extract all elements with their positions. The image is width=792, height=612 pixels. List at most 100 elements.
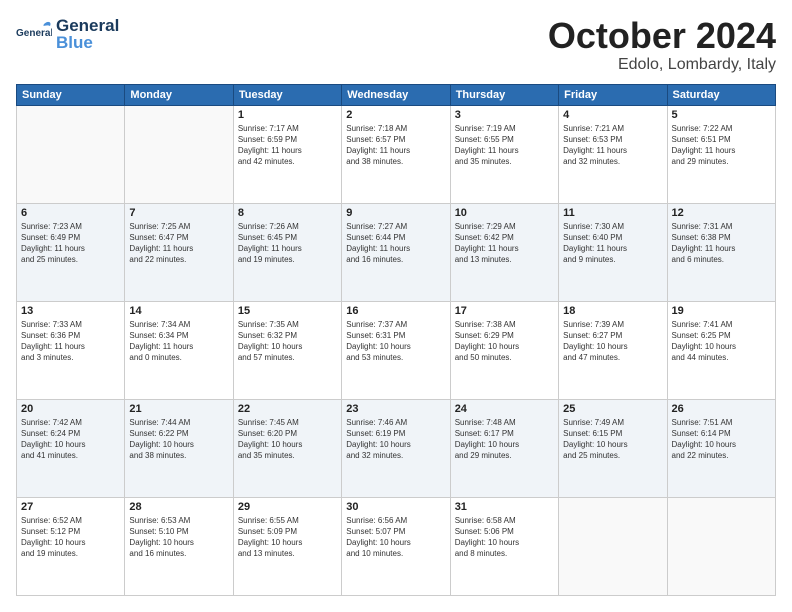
- day-number: 18: [563, 305, 662, 317]
- day-info: Sunrise: 7:39 AM Sunset: 6:27 PM Dayligh…: [563, 319, 662, 364]
- calendar-cell: 15 Sunrise: 7:35 AM Sunset: 6:32 PM Dayli…: [233, 301, 341, 399]
- day-number: 26: [672, 403, 771, 415]
- calendar-cell: 28Sunrise: 6:53 AM Sunset: 5:10 PM Dayli…: [125, 497, 233, 595]
- calendar-cell: 18 Sunrise: 7:39 AM Sunset: 6:27 PM Dayli…: [559, 301, 667, 399]
- calendar-cell: 19 Sunrise: 7:41 AM Sunset: 6:25 PM Dayli…: [667, 301, 775, 399]
- day-info: Sunrise: 7:19 AM Sunset: 6:55 PM Dayligh…: [455, 123, 554, 168]
- day-info: Sunrise: 7:37 AM Sunset: 6:31 PM Dayligh…: [346, 319, 445, 364]
- calendar-week-row: 1 Sunrise: 7:17 AM Sunset: 6:59 PM Daylig…: [17, 105, 776, 203]
- calendar-cell: 24 Sunrise: 7:48 AM Sunset: 6:17 PM Dayli…: [450, 399, 558, 497]
- logo-icon: General: [16, 16, 52, 52]
- day-number: 15: [238, 305, 337, 317]
- day-number: 4: [563, 109, 662, 121]
- day-number: 12: [672, 207, 771, 219]
- day-number: 7: [129, 207, 228, 219]
- day-info: Sunrise: 7:29 AM Sunset: 6:42 PM Dayligh…: [455, 221, 554, 266]
- day-info: Sunrise: 6:56 AM Sunset: 5:07 PM Dayligh…: [346, 515, 445, 560]
- calendar: Sunday Monday Tuesday Wednesday Thursday…: [16, 84, 776, 596]
- calendar-cell: 27Sunrise: 6:52 AM Sunset: 5:12 PM Dayli…: [17, 497, 125, 595]
- col-friday: Friday: [559, 84, 667, 105]
- calendar-header-row: Sunday Monday Tuesday Wednesday Thursday…: [17, 84, 776, 105]
- calendar-week-row: 27Sunrise: 6:52 AM Sunset: 5:12 PM Dayli…: [17, 497, 776, 595]
- calendar-cell: 30 Sunrise: 6:56 AM Sunset: 5:07 PM Dayli…: [342, 497, 450, 595]
- day-info: Sunrise: 7:51 AM Sunset: 6:14 PM Dayligh…: [672, 417, 771, 462]
- day-number: 2: [346, 109, 445, 121]
- day-number: 28: [129, 501, 228, 513]
- month-title: October 2024: [548, 16, 776, 56]
- calendar-cell: 16 Sunrise: 7:37 AM Sunset: 6:31 PM Dayli…: [342, 301, 450, 399]
- day-info: Sunrise: 7:21 AM Sunset: 6:53 PM Dayligh…: [563, 123, 662, 168]
- calendar-cell: 2Sunrise: 7:18 AM Sunset: 6:57 PM Daylig…: [342, 105, 450, 203]
- day-number: 3: [455, 109, 554, 121]
- logo: General General Blue: [16, 16, 119, 52]
- calendar-cell: [667, 497, 775, 595]
- header: General General Blue October 2024 Edolo,…: [16, 16, 776, 74]
- col-monday: Monday: [125, 84, 233, 105]
- calendar-cell: 14 Sunrise: 7:34 AM Sunset: 6:34 PM Dayli…: [125, 301, 233, 399]
- day-number: 24: [455, 403, 554, 415]
- calendar-week-row: 13 Sunrise: 7:33 AM Sunset: 6:36 PM Dayli…: [17, 301, 776, 399]
- day-info: Sunrise: 7:22 AM Sunset: 6:51 PM Dayligh…: [672, 123, 771, 168]
- calendar-cell: 3 Sunrise: 7:19 AM Sunset: 6:55 PM Daylig…: [450, 105, 558, 203]
- calendar-cell: [17, 105, 125, 203]
- calendar-cell: 17Sunrise: 7:38 AM Sunset: 6:29 PM Dayli…: [450, 301, 558, 399]
- calendar-cell: 9 Sunrise: 7:27 AM Sunset: 6:44 PM Daylig…: [342, 203, 450, 301]
- day-info: Sunrise: 7:45 AM Sunset: 6:20 PM Dayligh…: [238, 417, 337, 462]
- day-info: Sunrise: 7:46 AM Sunset: 6:19 PM Dayligh…: [346, 417, 445, 462]
- day-info: Sunrise: 7:31 AM Sunset: 6:38 PM Dayligh…: [672, 221, 771, 266]
- day-number: 5: [672, 109, 771, 121]
- day-info: Sunrise: 6:58 AM Sunset: 5:06 PM Dayligh…: [455, 515, 554, 560]
- calendar-cell: 12 Sunrise: 7:31 AM Sunset: 6:38 PM Dayli…: [667, 203, 775, 301]
- day-number: 19: [672, 305, 771, 317]
- day-number: 21: [129, 403, 228, 415]
- day-number: 10: [455, 207, 554, 219]
- calendar-cell: 22Sunrise: 7:45 AM Sunset: 6:20 PM Dayli…: [233, 399, 341, 497]
- calendar-week-row: 6Sunrise: 7:23 AM Sunset: 6:49 PM Daylig…: [17, 203, 776, 301]
- logo-line2: Blue: [56, 34, 119, 51]
- day-number: 6: [21, 207, 120, 219]
- col-thursday: Thursday: [450, 84, 558, 105]
- day-info: Sunrise: 6:52 AM Sunset: 5:12 PM Dayligh…: [21, 515, 120, 560]
- day-info: Sunrise: 7:35 AM Sunset: 6:32 PM Dayligh…: [238, 319, 337, 364]
- calendar-cell: 1 Sunrise: 7:17 AM Sunset: 6:59 PM Daylig…: [233, 105, 341, 203]
- calendar-cell: 26 Sunrise: 7:51 AM Sunset: 6:14 PM Dayli…: [667, 399, 775, 497]
- day-number: 14: [129, 305, 228, 317]
- calendar-cell: 29 Sunrise: 6:55 AM Sunset: 5:09 PM Dayli…: [233, 497, 341, 595]
- day-info: Sunrise: 7:27 AM Sunset: 6:44 PM Dayligh…: [346, 221, 445, 266]
- calendar-week-row: 20Sunrise: 7:42 AM Sunset: 6:24 PM Dayli…: [17, 399, 776, 497]
- day-number: 13: [21, 305, 120, 317]
- day-number: 25: [563, 403, 662, 415]
- day-number: 1: [238, 109, 337, 121]
- day-number: 11: [563, 207, 662, 219]
- day-info: Sunrise: 7:34 AM Sunset: 6:34 PM Dayligh…: [129, 319, 228, 364]
- day-info: Sunrise: 7:33 AM Sunset: 6:36 PM Dayligh…: [21, 319, 120, 364]
- day-number: 23: [346, 403, 445, 415]
- calendar-cell: 4 Sunrise: 7:21 AM Sunset: 6:53 PM Daylig…: [559, 105, 667, 203]
- day-info: Sunrise: 7:17 AM Sunset: 6:59 PM Dayligh…: [238, 123, 337, 168]
- calendar-cell: 31Sunrise: 6:58 AM Sunset: 5:06 PM Dayli…: [450, 497, 558, 595]
- location-title: Edolo, Lombardy, Italy: [548, 56, 776, 74]
- day-info: Sunrise: 7:26 AM Sunset: 6:45 PM Dayligh…: [238, 221, 337, 266]
- day-info: Sunrise: 7:41 AM Sunset: 6:25 PM Dayligh…: [672, 319, 771, 364]
- day-number: 29: [238, 501, 337, 513]
- day-info: Sunrise: 7:30 AM Sunset: 6:40 PM Dayligh…: [563, 221, 662, 266]
- col-wednesday: Wednesday: [342, 84, 450, 105]
- calendar-cell: 7Sunrise: 7:25 AM Sunset: 6:47 PM Daylig…: [125, 203, 233, 301]
- day-number: 16: [346, 305, 445, 317]
- day-info: Sunrise: 6:55 AM Sunset: 5:09 PM Dayligh…: [238, 515, 337, 560]
- calendar-cell: 20Sunrise: 7:42 AM Sunset: 6:24 PM Dayli…: [17, 399, 125, 497]
- col-saturday: Saturday: [667, 84, 775, 105]
- calendar-cell: [559, 497, 667, 595]
- calendar-cell: 11 Sunrise: 7:30 AM Sunset: 6:40 PM Dayli…: [559, 203, 667, 301]
- day-info: Sunrise: 7:42 AM Sunset: 6:24 PM Dayligh…: [21, 417, 120, 462]
- page: General General Blue October 2024 Edolo,…: [0, 0, 792, 612]
- calendar-cell: [125, 105, 233, 203]
- day-number: 30: [346, 501, 445, 513]
- col-sunday: Sunday: [17, 84, 125, 105]
- calendar-cell: 10 Sunrise: 7:29 AM Sunset: 6:42 PM Dayli…: [450, 203, 558, 301]
- day-info: Sunrise: 7:49 AM Sunset: 6:15 PM Dayligh…: [563, 417, 662, 462]
- title-block: October 2024 Edolo, Lombardy, Italy: [548, 16, 776, 74]
- day-info: Sunrise: 7:48 AM Sunset: 6:17 PM Dayligh…: [455, 417, 554, 462]
- calendar-cell: 13 Sunrise: 7:33 AM Sunset: 6:36 PM Dayli…: [17, 301, 125, 399]
- day-number: 9: [346, 207, 445, 219]
